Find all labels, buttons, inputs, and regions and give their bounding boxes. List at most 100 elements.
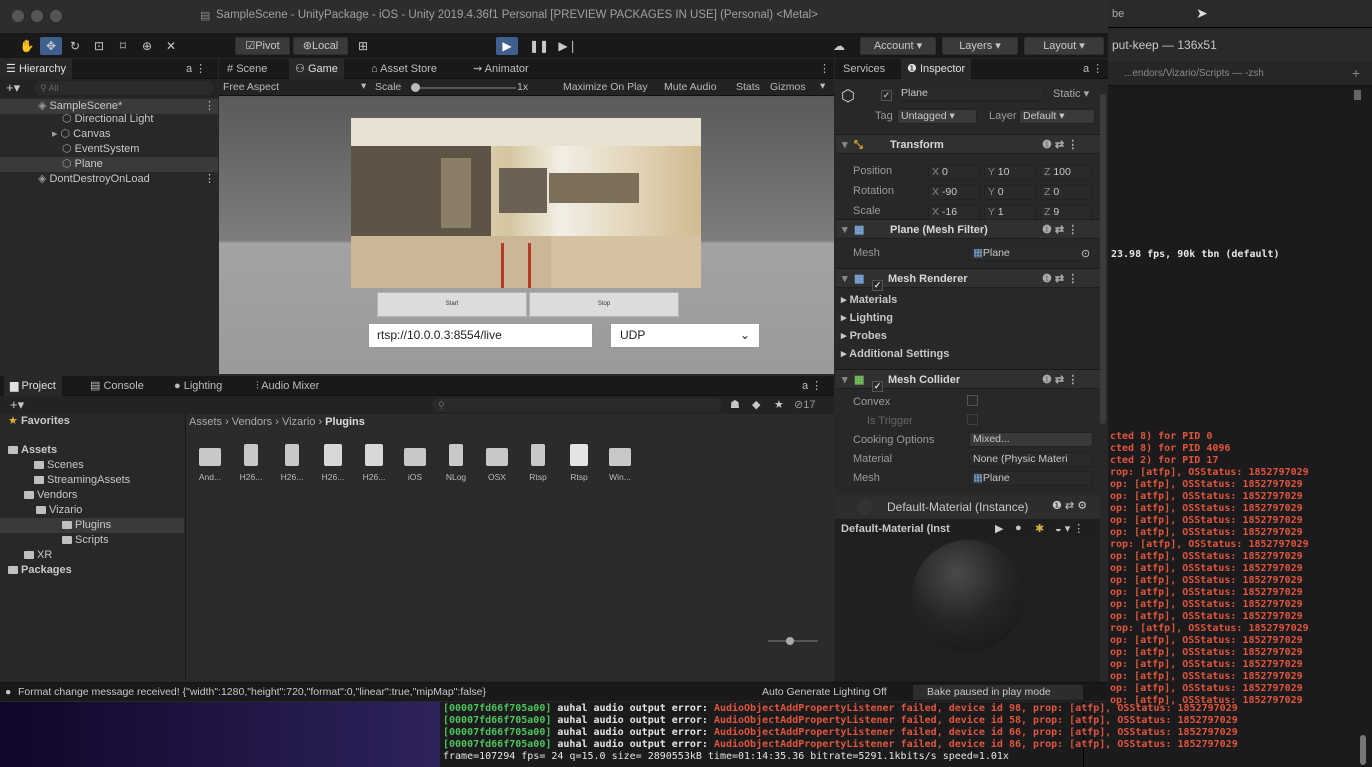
asset-item[interactable]: Rtsp — [564, 444, 594, 482]
foldout-icon[interactable]: ▾ — [842, 220, 848, 240]
tab-project[interactable]: ▆ Project — [4, 376, 62, 396]
breadcrumb-item[interactable]: Vendors — [232, 416, 272, 428]
component-menu-icon[interactable]: ❶ ⇄ ⋮ — [1042, 269, 1078, 289]
material-header[interactable]: Default-Material (Instance) ❶ ⇄ ⚙ — [835, 495, 1100, 519]
new-tab-icon[interactable]: + — [1352, 65, 1360, 81]
more-icon[interactable]: ⋮ — [204, 172, 215, 187]
preview-sphere-icon[interactable]: ● — [1015, 522, 1022, 534]
tree-item[interactable]: Vendors — [24, 488, 77, 503]
scale-z-field[interactable]: Z 9 — [1040, 205, 1092, 220]
is-trigger-checkbox[interactable] — [967, 414, 978, 426]
chevron-down-icon[interactable]: ▾ — [361, 80, 366, 92]
tab-console[interactable]: ▤ Console — [84, 376, 150, 396]
tree-item[interactable]: Vizario — [36, 503, 82, 518]
tab-lighting[interactable]: ● Lighting — [168, 376, 228, 396]
auto-lighting-status[interactable]: Auto Generate Lighting Off — [762, 683, 887, 701]
terminal-window[interactable]: be ➤ put-keep — 136x51 ...endors/Vizario… — [1083, 0, 1372, 767]
tree-favorites[interactable]: ★ Favorites — [8, 414, 70, 429]
add-icon[interactable]: +▾ — [10, 397, 24, 413]
materials-foldout[interactable]: ▸ Materials — [841, 293, 897, 308]
account-dropdown[interactable]: Account ▾ — [860, 37, 936, 55]
bake-status[interactable]: Bake paused in play mode — [913, 685, 1083, 700]
position-x-field[interactable]: X 0 — [928, 165, 980, 180]
layers-dropdown[interactable]: Layers ▾ — [942, 37, 1018, 55]
asset-item[interactable]: And... — [195, 444, 225, 482]
preview-play-icon[interactable]: ▶ — [995, 522, 1003, 535]
cloud-icon[interactable]: ☁ — [828, 37, 850, 55]
object-picker-icon[interactable]: ⊙ — [1081, 247, 1090, 260]
position-y-field[interactable]: Y 10 — [984, 165, 1036, 180]
terminal-tab-scripts[interactable]: ...endors/Vizario/Scripts — -zsh — [1124, 68, 1264, 79]
component-header-mesh-filter[interactable]: ▾ ▦ Plane (Mesh Filter) ❶ ⇄ ⋮ — [836, 219, 1100, 239]
tree-assets[interactable]: Assets — [8, 443, 57, 458]
scale-x-field[interactable]: X -16 — [928, 205, 980, 220]
mute-audio-toggle[interactable]: Mute Audio — [664, 81, 717, 93]
asset-item[interactable]: NLog — [441, 444, 471, 482]
active-checkbox[interactable]: ✓ — [881, 87, 892, 101]
breadcrumb-item[interactable]: Assets — [189, 416, 222, 428]
scale-slider-thumb[interactable] — [411, 83, 420, 92]
layer-dropdown[interactable]: Default ▾ — [1019, 109, 1095, 124]
component-menu-icon[interactable]: ❶ ⇄ ⋮ — [1042, 370, 1078, 390]
lock-icon[interactable]: a ⋮ — [1083, 62, 1103, 75]
star-icon[interactable]: ★ — [774, 398, 784, 411]
physic-material-field[interactable]: None (Physic Materi — [969, 452, 1093, 467]
breadcrumb-item[interactable]: Vizario — [282, 416, 315, 428]
material-preview[interactable] — [835, 539, 1100, 682]
close-window-button[interactable] — [12, 10, 24, 22]
slider-thumb[interactable] — [786, 637, 794, 645]
additional-settings-foldout[interactable]: ▸ Additional Settings — [841, 347, 949, 362]
pause-button[interactable]: ❚❚ — [528, 37, 550, 55]
rotation-y-field[interactable]: Y 0 — [984, 185, 1036, 200]
tab-game[interactable]: ⚇ Game — [289, 59, 344, 79]
preview-light-icon[interactable]: ✱ — [1035, 522, 1044, 535]
stop-button[interactable]: Stop — [529, 292, 679, 317]
tree-item[interactable]: XR — [24, 548, 52, 563]
icon-size-slider[interactable] — [768, 637, 818, 645]
step-button[interactable]: ▶❘ — [557, 37, 579, 55]
lock-icon[interactable]: a ⋮ — [186, 62, 206, 75]
tab-asset-store[interactable]: ⌂ Asset Store — [365, 59, 443, 79]
move-tool-icon[interactable]: ✥ — [40, 37, 62, 55]
hierarchy-item[interactable]: ⬡ Directional Light — [62, 112, 153, 127]
lock-icon[interactable]: a ⋮ — [802, 379, 822, 392]
layout-dropdown[interactable]: Layout ▾ — [1024, 37, 1104, 55]
hierarchy-item[interactable]: ▸ ⬡ Canvas — [52, 127, 110, 142]
zoom-window-button[interactable] — [50, 10, 62, 22]
lighting-foldout[interactable]: ▸ Lighting — [841, 311, 893, 326]
terminal-scrollbar[interactable] — [1360, 735, 1366, 765]
preview-shape-icon[interactable]: ◒ ▾ ⋮ — [1055, 522, 1084, 535]
asset-item[interactable]: H26... — [277, 444, 307, 482]
tree-item[interactable]: StreamingAssets — [34, 473, 130, 488]
rotation-x-field[interactable]: X -90 — [928, 185, 980, 200]
tab-animator[interactable]: ⇝ Animator — [467, 59, 535, 79]
filter-type-icon[interactable]: ☗ — [730, 398, 740, 411]
rect-tool-icon[interactable]: ⌑ — [112, 37, 134, 55]
tree-item-selected[interactable]: Plugins — [0, 518, 184, 533]
status-message[interactable]: Format change message received! {"width"… — [18, 683, 486, 701]
expand-icon[interactable]: ▸ — [52, 127, 58, 142]
tab-inspector[interactable]: ❶ Inspector — [901, 59, 972, 79]
position-z-field[interactable]: Z 100 — [1040, 165, 1092, 180]
mesh-field[interactable]: ▦Plane — [969, 246, 1091, 261]
custom-tool-icon[interactable]: ✕ — [160, 37, 182, 55]
local-toggle[interactable]: ⊛Local — [293, 37, 348, 55]
unity-editor-window[interactable]: ▤ SampleScene - UnityPackage - iOS - Uni… — [0, 0, 1108, 702]
more-icon[interactable]: ⋮ — [819, 62, 830, 75]
scale-y-field[interactable]: Y 1 — [984, 205, 1036, 220]
more-icon[interactable]: ⋮ — [204, 99, 215, 114]
component-header-mesh-renderer[interactable]: ▾ ▦ ✓ Mesh Renderer ❶ ⇄ ⋮ — [836, 268, 1100, 291]
component-enabled-checkbox[interactable]: ✓ — [872, 273, 883, 293]
hidden-count-icon[interactable]: ⊘17 — [794, 398, 815, 411]
gizmos-dropdown[interactable]: Gizmos — [770, 81, 806, 93]
rtsp-url-input[interactable]: rtsp://10.0.0.3:8554/live — [368, 323, 593, 348]
static-dropdown[interactable]: Static ▾ — [1053, 87, 1089, 100]
scale-tool-icon[interactable]: ⊡ — [88, 37, 110, 55]
component-header-transform[interactable]: ▾ ⤡ Transform ❶ ⇄ ⋮ — [836, 134, 1100, 154]
component-menu-icon[interactable]: ❶ ⇄ ⋮ — [1042, 135, 1078, 155]
stats-toggle[interactable]: Stats — [736, 81, 760, 93]
rotate-tool-icon[interactable]: ↻ — [64, 37, 86, 55]
play-button[interactable]: ▶ — [496, 37, 518, 55]
help-icon[interactable]: ❶ ⇄ ⚙ — [1052, 499, 1087, 512]
pivot-toggle[interactable]: ☑Pivot — [235, 37, 290, 55]
